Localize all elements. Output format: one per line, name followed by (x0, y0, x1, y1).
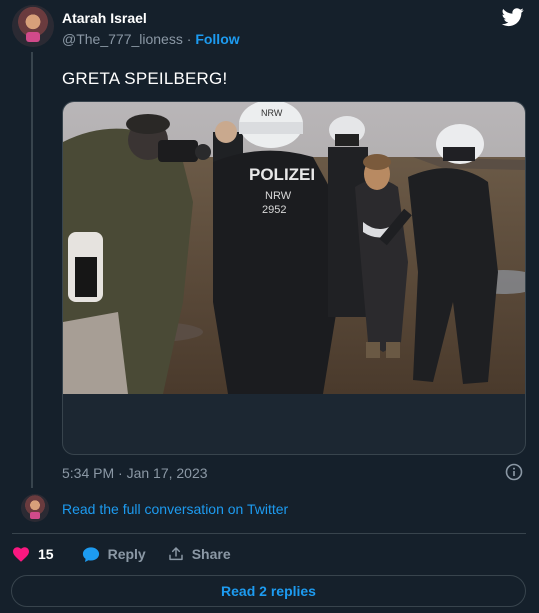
follow-link[interactable]: Follow (195, 31, 239, 47)
reply-button[interactable]: Reply (82, 546, 146, 563)
like-button[interactable]: 15 (12, 546, 54, 562)
video-still[interactable]: NRW POLIZEI NRW 2952 (63, 102, 525, 394)
info-icon[interactable] (505, 463, 523, 481)
like-count: 15 (38, 546, 54, 562)
vest-region: NRW (265, 190, 292, 202)
separator: · (186, 31, 192, 47)
divider (12, 533, 526, 534)
helmet-text: NRW (261, 108, 283, 118)
tweet-media[interactable]: NRW POLIZEI NRW 2952 (62, 101, 526, 455)
author-handle-row: @The_777_lioness · Follow (62, 31, 240, 47)
read-full-conversation-link[interactable]: Read the full conversation on Twitter (62, 501, 288, 517)
embedded-tweet: Atarah Israel @The_777_lioness · Follow … (0, 0, 539, 613)
heart-icon (13, 547, 29, 562)
share-icon (168, 547, 183, 561)
reply-label: Reply (107, 546, 146, 562)
conversation-avatar[interactable] (21, 494, 49, 522)
author-name[interactable]: Atarah Israel (62, 10, 147, 26)
read-replies-button[interactable]: Read 2 replies (11, 575, 526, 607)
author-handle[interactable]: @The_777_lioness (62, 31, 183, 47)
tweet-timestamp[interactable]: 5:34 PM · Jan 17, 2023 (62, 465, 208, 481)
tweet-actions: 15 Reply Share (12, 543, 231, 565)
thread-line (31, 52, 33, 488)
author-avatar[interactable] (12, 5, 54, 47)
reply-bubble-icon (82, 546, 99, 562)
vest-number: 2952 (262, 204, 286, 216)
read-replies-label: Read 2 replies (221, 583, 316, 599)
tweet-text: GRETA SPEILBERG! (62, 69, 228, 88)
vest-title: POLIZEI (249, 165, 315, 184)
share-label: Share (191, 546, 231, 562)
share-button[interactable]: Share (168, 546, 231, 562)
twitter-bird-icon[interactable] (501, 6, 525, 28)
